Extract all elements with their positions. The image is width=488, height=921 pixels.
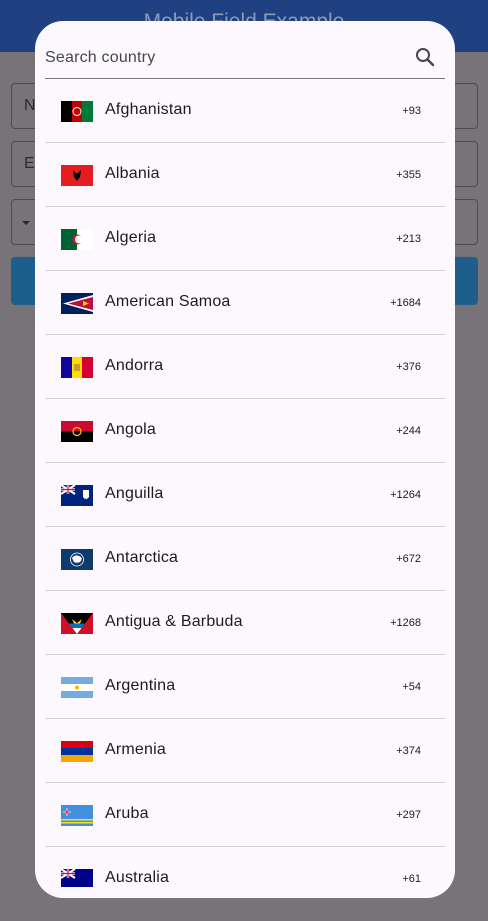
country-item-afghanistan[interactable]: Afghanistan +93 [45, 79, 445, 143]
country-name: Antigua & Barbuda [105, 613, 243, 630]
dropdown-arrow-icon [22, 221, 30, 225]
country-name: Antarctica [105, 549, 179, 566]
australia-flag-icon [61, 869, 93, 887]
anguilla-flag-icon [61, 485, 93, 506]
dial-code: +376 [396, 361, 421, 373]
name-field-label: N [24, 97, 36, 114]
email-field-label: E [24, 155, 35, 172]
country-name: American Samoa [105, 293, 231, 310]
country-item-american-samoa[interactable]: American Samoa +1684 [45, 271, 445, 335]
country-item-antigua-barbuda[interactable]: Antigua & Barbuda +1268 [45, 591, 445, 655]
albania-flag-icon [61, 165, 93, 186]
country-item-australia[interactable]: Australia +61 [45, 847, 445, 887]
country-item-armenia[interactable]: Armenia +374 [45, 719, 445, 783]
country-item-argentina[interactable]: Argentina +54 [45, 655, 445, 719]
angola-flag-icon [61, 421, 93, 442]
country-name: Australia [105, 869, 170, 886]
country-name: Andorra [105, 357, 164, 374]
search-bar [45, 39, 445, 79]
country-item-aruba[interactable]: Aruba +297 [45, 783, 445, 847]
armenia-flag-icon [61, 741, 93, 762]
country-item-algeria[interactable]: Algeria +213 [45, 207, 445, 271]
country-item-angola[interactable]: Angola +244 [45, 399, 445, 463]
antarctica-flag-icon [61, 549, 93, 570]
dial-code: +54 [402, 681, 421, 693]
afghanistan-flag-icon [61, 101, 93, 122]
country-name: Angola [105, 421, 157, 438]
country-item-antarctica[interactable]: Antarctica +672 [45, 527, 445, 591]
country-name: Argentina [105, 677, 176, 694]
dial-code: +1264 [390, 489, 421, 501]
antigua-barbuda-flag-icon [61, 613, 93, 634]
dial-code: +244 [396, 425, 421, 437]
dial-code: +1268 [390, 617, 421, 629]
american-samoa-flag-icon [61, 293, 93, 314]
andorra-flag-icon [61, 357, 93, 378]
dial-code: +374 [396, 745, 421, 757]
dial-code: +61 [402, 873, 421, 885]
dial-code: +213 [396, 233, 421, 245]
dial-code: +355 [396, 169, 421, 181]
dial-code: +93 [402, 105, 421, 117]
country-name: Afghanistan [105, 101, 192, 118]
search-country-input[interactable] [45, 39, 405, 77]
country-item-albania[interactable]: Albania +355 [45, 143, 445, 207]
dial-code: +297 [396, 809, 421, 821]
country-name: Algeria [105, 229, 157, 246]
country-item-anguilla[interactable]: Anguilla +1264 [45, 463, 445, 527]
country-name: Anguilla [105, 485, 164, 502]
country-picker-dialog: Afghanistan +93 Albania +355 Algeria +21… [35, 21, 455, 898]
dial-code: +1684 [390, 297, 421, 309]
dial-code: +672 [396, 553, 421, 565]
country-list: Afghanistan +93 Albania +355 Algeria +21… [45, 79, 445, 887]
country-name: Armenia [105, 741, 166, 758]
algeria-flag-icon [61, 229, 93, 250]
aruba-flag-icon [61, 805, 93, 826]
argentina-flag-icon [61, 677, 93, 698]
country-name: Albania [105, 165, 160, 182]
search-icon[interactable] [413, 45, 437, 69]
country-item-andorra[interactable]: Andorra +376 [45, 335, 445, 399]
country-name: Aruba [105, 805, 149, 822]
